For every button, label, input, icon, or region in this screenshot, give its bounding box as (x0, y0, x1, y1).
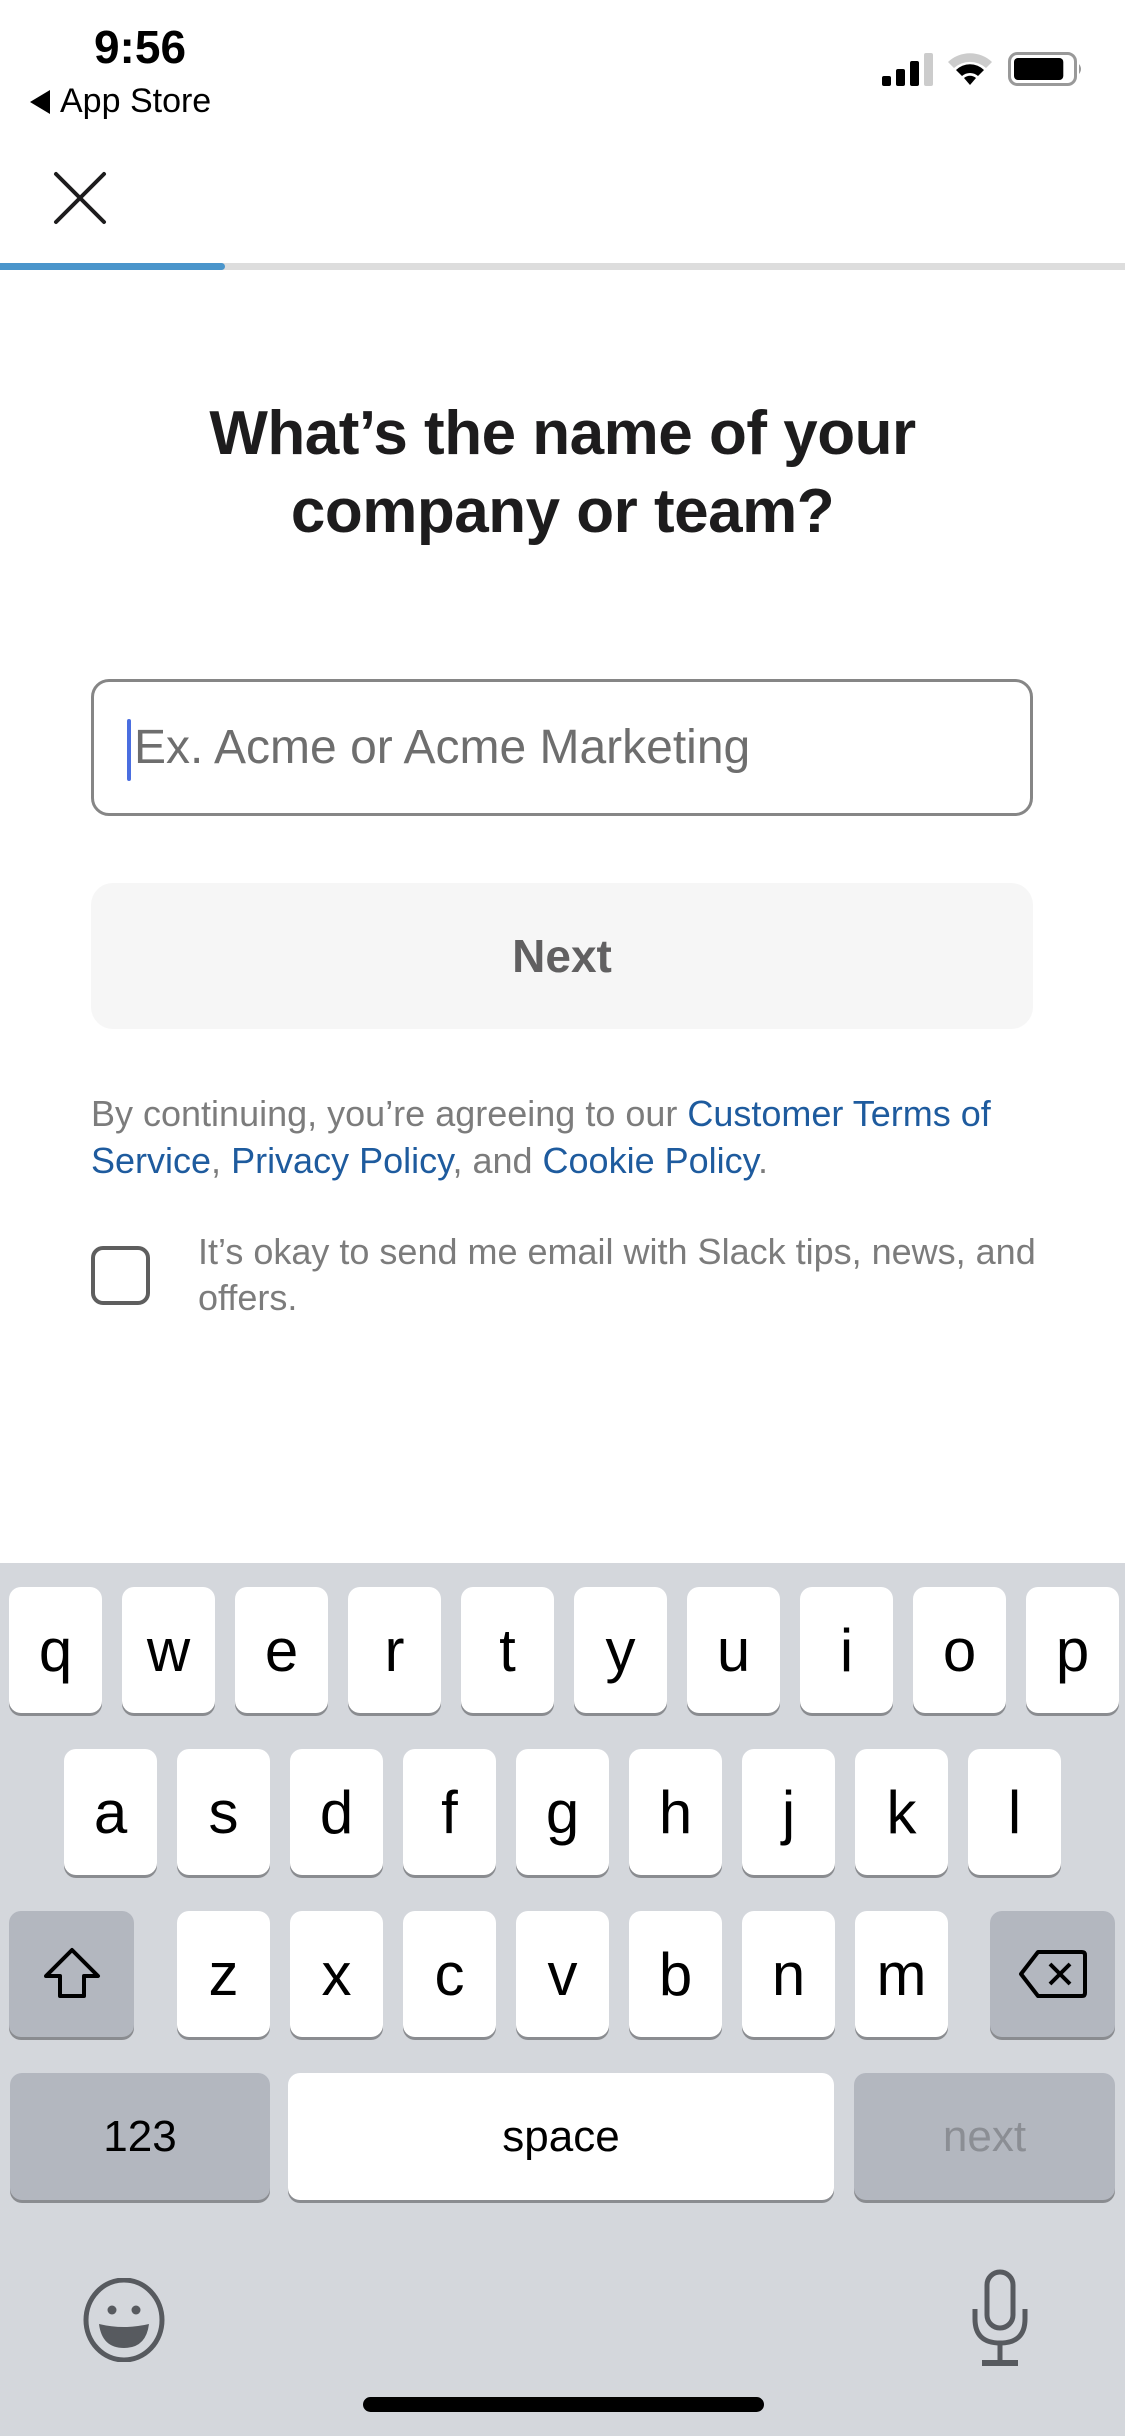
email-opt-in-label[interactable]: It’s okay to send me email with Slack ti… (198, 1229, 1058, 1321)
on-screen-keyboard: qwertyuiop asdfghjkl zxcvbnm 123 space n… (0, 1563, 1125, 2436)
legal-separator: , (211, 1140, 232, 1181)
back-to-app-store-link[interactable]: App Store (30, 82, 211, 121)
key-x[interactable]: x (290, 1911, 383, 2037)
key-y[interactable]: y (574, 1587, 667, 1713)
signal-bar (924, 53, 933, 86)
numbers-key[interactable]: 123 (10, 2073, 270, 2200)
key-n[interactable]: n (742, 1911, 835, 2037)
key-o[interactable]: o (913, 1587, 1006, 1713)
microphone-icon[interactable] (970, 2269, 1030, 2369)
key-g[interactable]: g (516, 1749, 609, 1875)
next-button[interactable]: Next (91, 883, 1033, 1029)
delete-key[interactable] (990, 1911, 1115, 2037)
key-a[interactable]: a (64, 1749, 157, 1875)
battery-level (1014, 58, 1064, 80)
key-c[interactable]: c (403, 1911, 496, 2037)
legal-suffix: . (757, 1140, 768, 1181)
close-icon[interactable] (48, 166, 112, 230)
privacy-policy-link[interactable]: Privacy Policy (231, 1140, 452, 1181)
delete-icon (1018, 1950, 1087, 1998)
back-label: App Store (60, 82, 212, 120)
company-name-input[interactable] (128, 682, 1014, 813)
onboarding-progress-bar (0, 263, 1125, 270)
key-f[interactable]: f (403, 1749, 496, 1875)
emoji-icon[interactable] (82, 2278, 166, 2362)
key-d[interactable]: d (290, 1749, 383, 1875)
key-m[interactable]: m (855, 1911, 948, 2037)
company-name-field[interactable] (91, 679, 1033, 816)
key-u[interactable]: u (687, 1587, 780, 1713)
key-s[interactable]: s (177, 1749, 270, 1875)
shift-icon (43, 1948, 100, 1998)
signal-bar (896, 69, 905, 86)
key-r[interactable]: r (348, 1587, 441, 1713)
back-triangle-icon (30, 89, 50, 114)
key-i[interactable]: i (800, 1587, 893, 1713)
cookie-policy-link[interactable]: Cookie Policy (543, 1140, 758, 1181)
page-title: What’s the name of your company or team? (209, 399, 916, 546)
signal-icon (882, 53, 933, 86)
shift-key[interactable] (9, 1911, 134, 2037)
return-next-key[interactable]: next (854, 2073, 1115, 2200)
key-w[interactable]: w (122, 1587, 215, 1713)
battery-icon (1008, 52, 1081, 86)
key-q[interactable]: q (9, 1587, 102, 1713)
key-k[interactable]: k (855, 1749, 948, 1875)
key-v[interactable]: v (516, 1911, 609, 2037)
key-j[interactable]: j (742, 1749, 835, 1875)
key-h[interactable]: h (629, 1749, 722, 1875)
wifi-dot (964, 75, 976, 85)
wifi-icon (948, 53, 992, 85)
status-time: 9:56 (93, 21, 187, 73)
key-l[interactable]: l (968, 1749, 1061, 1875)
progress-fill (0, 263, 225, 270)
key-e[interactable]: e (235, 1587, 328, 1713)
wifi-arc-middle (956, 64, 984, 76)
signal-bar (882, 76, 891, 86)
legal-notice: By continuing, you’re agreeing to our Cu… (91, 1090, 1051, 1184)
signal-bar (910, 61, 919, 86)
email-opt-in-checkbox[interactable] (91, 1246, 150, 1305)
key-b[interactable]: b (629, 1911, 722, 2037)
key-z[interactable]: z (177, 1911, 270, 2037)
legal-prefix: By continuing, you’re agreeing to our (91, 1093, 688, 1134)
home-indicator[interactable] (363, 2397, 764, 2412)
legal-separator: , and (452, 1140, 543, 1181)
key-p[interactable]: p (1026, 1587, 1119, 1713)
space-key[interactable]: space (288, 2073, 834, 2200)
key-t[interactable]: t (461, 1587, 554, 1713)
